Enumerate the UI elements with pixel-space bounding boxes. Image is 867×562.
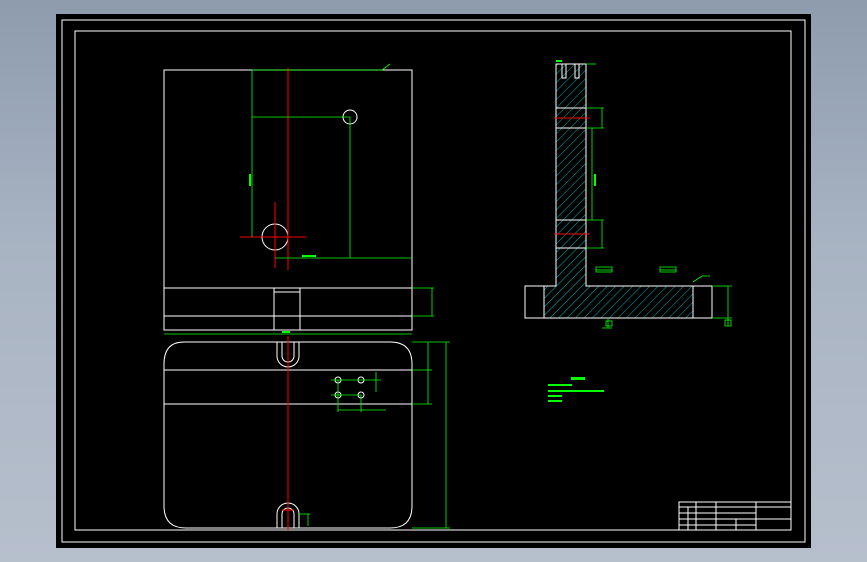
- outer-border: [61, 19, 806, 543]
- cad-drawing-canvas[interactable]: [56, 14, 811, 548]
- top-view: [163, 336, 450, 530]
- section-view: [524, 60, 732, 329]
- front-dimensions: [164, 63, 434, 335]
- front-view: [163, 63, 434, 335]
- drawing-svg: [61, 19, 806, 543]
- inner-border: [74, 30, 792, 531]
- technical-notes: [548, 377, 604, 402]
- title-block: [678, 501, 792, 531]
